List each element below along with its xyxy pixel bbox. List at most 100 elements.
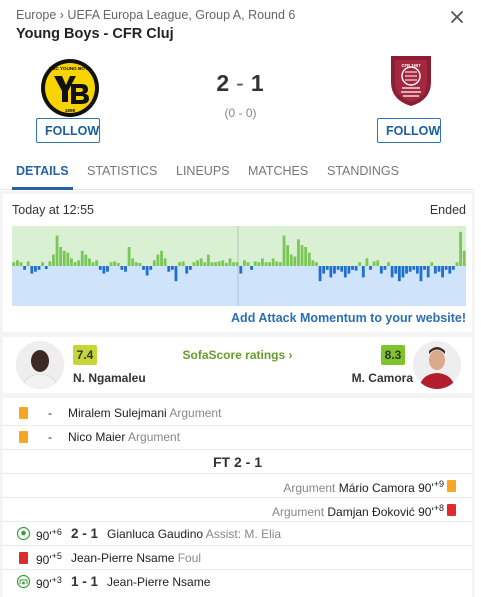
momentum-bar [124,266,127,272]
incident-text: Gianluca Gaudino Assist: M. Elia [107,527,281,541]
incident-row[interactable]: 90'+3 1 - 1 Jean-Pierre Nsame [3,570,472,594]
momentum-bar [37,266,41,270]
match-status: Ended [429,203,466,217]
incident-minute: 90'+6 [36,527,62,543]
tab-lineups[interactable]: LINEUPS [172,152,234,190]
momentum-bar [455,262,459,266]
momentum-bar [48,261,52,266]
momentum-bar [127,247,131,266]
momentum-bar [325,266,329,270]
momentum-bar [390,266,394,278]
attack-momentum-graph[interactable] [12,226,466,306]
momentum-bar [91,262,95,266]
momentum-bar [286,245,290,266]
tab-matches[interactable]: MATCHES [244,152,312,190]
momentum-bar [23,266,27,270]
follow-away-button[interactable]: FOLLOW [377,118,441,143]
incident-player[interactable]: Jean-Pierre Nsame [71,551,174,565]
red-card-icon [19,552,28,564]
incident-row[interactable]: - Miralem Sulejmani Argument [3,401,472,425]
home-momentum-area [12,226,466,266]
incident-reason: Argument [272,505,325,519]
incident-score: 1 - 1 [71,574,99,589]
tab-bar: DETAILS STATISTICS LINEUPS MATCHES STAND… [0,152,475,190]
momentum-bar [419,266,423,282]
tab-details[interactable]: DETAILS [12,152,73,190]
incident-player[interactable]: Jean-Pierre Nsame [107,575,210,589]
momentum-bar [462,250,466,266]
momentum-bar [152,260,156,266]
goal-icon [17,527,30,540]
momentum-bar [228,258,232,266]
momentum-bar [156,254,160,266]
incident-row[interactable]: - Nico Maier Argument [3,425,472,449]
away-player-avatar[interactable] [413,341,461,389]
momentum-bar [271,258,275,266]
incident-minute: 90'+9 [418,479,444,495]
momentum-bar [333,266,336,274]
momentum-bar [397,266,401,282]
momentum-bar [347,266,351,274]
momentum-bar [307,252,311,266]
momentum-bar [73,262,77,266]
incident-player[interactable]: Nico Maier [68,430,125,444]
away-player-name[interactable]: M. Camora [352,371,413,385]
momentum-bar [459,231,462,266]
momentum-bar [163,258,167,266]
momentum-bar [221,260,225,266]
incident-text: Jean-Pierre Nsame Foul [71,551,201,565]
add-momentum-link[interactable]: Add Attack Momentum to your website! [231,311,466,325]
momentum-bar [19,262,23,266]
penalty-goal-icon [17,575,30,588]
tab-statistics[interactable]: STATISTICS [83,152,161,190]
momentum-bar [192,262,196,266]
momentum-bar [80,250,84,266]
momentum-bar [224,262,228,266]
momentum-bar [113,261,117,266]
momentum-bar [369,266,372,270]
momentum-bar [293,256,297,266]
momentum-bar [138,262,142,266]
momentum-bar [149,266,153,270]
incident-player[interactable]: Mário Camora [339,481,415,495]
momentum-bar [145,266,149,276]
incident-row[interactable]: Argument Mário Camora 90'+9 [3,474,472,498]
incident-text: Argument Damjan Đoković 90'+8 [272,503,444,519]
momentum-bar [52,254,55,266]
momentum-bar [379,266,383,274]
momentum-bar [426,266,430,278]
follow-home-button[interactable]: FOLLOW [36,118,100,143]
momentum-bar [358,262,362,266]
momentum-bar [167,266,171,272]
incident-player[interactable]: Gianluca Gaudino [107,527,203,541]
momentum-bar [257,262,261,266]
incident-player[interactable]: Miralem Sulejmani [68,406,167,420]
breadcrumb[interactable]: Europe › UEFA Europa League, Group A, Ro… [16,8,295,22]
momentum-bar [174,266,178,282]
momentum-bar [441,266,444,278]
incident-row[interactable]: Argument Damjan Đoković 90'+8 [3,498,472,522]
momentum-bar [365,258,369,266]
momentum-bar [12,262,16,266]
score-separator: - [236,70,245,96]
close-icon[interactable] [449,9,465,25]
match-title: Young Boys - CFR Cluj [16,26,174,42]
match-details-panel: Europe › UEFA Europa League, Group A, Ro… [0,0,481,597]
incident-reason: Argument [283,481,336,495]
tab-standings[interactable]: STANDINGS [323,152,403,190]
incident-minute: 90'+3 [36,575,62,591]
momentum-bar [232,262,235,266]
incident-row[interactable]: 90'+5 Jean-Pierre Nsame Foul [3,546,472,570]
momentum-bar [297,239,300,266]
momentum-bar [372,261,376,266]
momentum-bar [77,260,81,266]
momentum-bar [16,260,19,266]
incident-row[interactable]: 90'+6 2 - 1 Gianluca Gaudino Assist: M. … [3,522,472,546]
incident-reason: Argument [128,430,181,444]
momentum-bar [178,262,181,266]
incident-player[interactable]: Damjan Đoković [327,505,414,519]
yellow-card-icon [19,431,28,443]
momentum-bar [181,261,185,266]
momentum-bar [239,266,243,274]
home-player-name[interactable]: N. Ngamaleu [73,371,146,385]
